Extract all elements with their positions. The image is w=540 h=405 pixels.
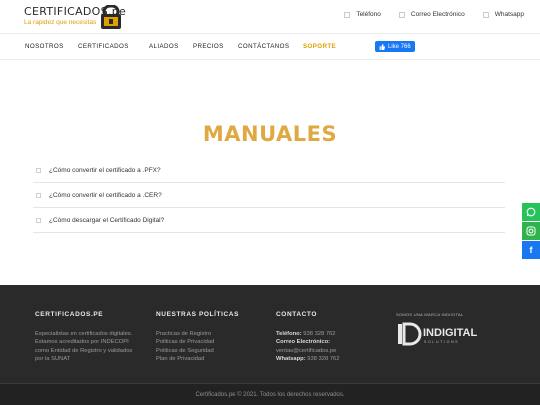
footer-contact: CONTACTO Teléfono: 938 328 762 Correo El… bbox=[276, 311, 340, 364]
footer-about: CERTIFICADOS.PE Especialistas en certifi… bbox=[35, 311, 132, 364]
whatsapp-label: Whatsapp: bbox=[276, 356, 306, 362]
phone-label: Teléfono: bbox=[276, 330, 302, 337]
policy-link[interactable]: Politicas de Seguridad bbox=[156, 347, 239, 356]
manual-item-pfx[interactable]: ¿Cómo convertir el certificado a .PFX? bbox=[33, 158, 505, 183]
logo-tagline: La rapidez que necesitas bbox=[24, 19, 97, 26]
main-nav: NOSOTROS CERTIFICADOS ALIADOS PRECIOS CO… bbox=[0, 33, 540, 60]
manual-link[interactable]: ¿Cómo convertir el certificado a .CER? bbox=[49, 192, 162, 199]
facebook-like-button[interactable]: Like 766 bbox=[375, 41, 415, 52]
contact-phone[interactable]: Teléfono bbox=[344, 11, 381, 18]
manual-link[interactable]: ¿Cómo descargar el Certificado Digital? bbox=[49, 217, 164, 224]
footer-about-text: por la SUNAT bbox=[35, 356, 71, 362]
footer-about-text: Estamos acreditados por INDECOPI bbox=[35, 339, 129, 345]
instagram-icon bbox=[526, 226, 536, 236]
contact-email-label: Correo Electrónico bbox=[410, 11, 465, 18]
nav-nosotros[interactable]: NOSOTROS bbox=[25, 43, 64, 50]
contact-whatsapp[interactable]: Whatsapp bbox=[482, 11, 524, 18]
floating-social-bar: f bbox=[522, 203, 540, 260]
footer-about-title: CERTIFICADOS.PE bbox=[35, 311, 104, 318]
copyright-text: Certificados.pe © 2021. Todos los derech… bbox=[195, 391, 345, 398]
email-label: Correo Electrónico: bbox=[276, 339, 331, 345]
thumbs-up-icon bbox=[379, 43, 385, 50]
footer-about-text: Especialistas en certificados digitales. bbox=[35, 330, 133, 337]
bullet-icon bbox=[36, 168, 41, 173]
phone-value[interactable]: 938 328 762 bbox=[303, 331, 335, 337]
padlock-icon bbox=[101, 5, 121, 29]
facebook-float-button[interactable]: f bbox=[522, 241, 540, 259]
whatsapp-float-button[interactable] bbox=[522, 203, 540, 221]
whatsapp-value[interactable]: 938 328 762 bbox=[307, 356, 339, 362]
email-value[interactable]: ventas@certificados.pe bbox=[276, 348, 336, 354]
nav-contactanos[interactable]: CONTÁCTANOS bbox=[238, 43, 289, 50]
copyright-bar: Certificados.pe © 2021. Todos los derech… bbox=[0, 383, 540, 405]
facebook-icon: f bbox=[529, 245, 533, 255]
whatsapp-icon bbox=[526, 207, 536, 217]
contact-phone-label: Teléfono bbox=[356, 11, 381, 18]
bullet-icon bbox=[36, 193, 41, 198]
top-header: CERTIFICADOS.pe La rapidez que necesitas… bbox=[0, 0, 540, 33]
bullet-icon bbox=[36, 218, 41, 223]
nav-precios[interactable]: PRECIOS bbox=[193, 43, 224, 50]
footer-policies-title: NUESTRAS POLÍTICAS bbox=[156, 311, 240, 318]
indigital-logo[interactable]: INDIGITAL SOLUTIONS bbox=[398, 322, 478, 346]
mail-icon bbox=[398, 11, 405, 18]
footer-about-text: como Entidad de Registro y validados bbox=[35, 347, 133, 354]
manuals-list: ¿Cómo convertir el certificado a .PFX? ¿… bbox=[33, 158, 505, 233]
contact-whatsapp-label: Whatsapp bbox=[494, 11, 524, 18]
policy-link[interactable]: Politicas de Privacidad bbox=[156, 338, 239, 347]
header-contacts: Teléfono Correo Electrónico Whatsapp bbox=[344, 11, 524, 18]
like-count: Like 766 bbox=[388, 43, 411, 50]
indigital-logo-subtext: SOLUTIONS bbox=[424, 340, 459, 344]
manual-item-cer[interactable]: ¿Cómo convertir el certificado a .CER? bbox=[33, 183, 505, 208]
footer-policies: NUESTRAS POLÍTICAS Practicas de Registro… bbox=[156, 311, 239, 364]
parent-brand-heading: SOMOS UNA MARCA INDIGITAL bbox=[396, 312, 464, 317]
manual-link[interactable]: ¿Cómo convertir el certificado a .PFX? bbox=[49, 167, 161, 174]
footer-contact-title: CONTACTO bbox=[276, 311, 318, 318]
nav-aliados[interactable]: ALIADOS bbox=[149, 43, 179, 50]
manual-item-download[interactable]: ¿Cómo descargar el Certificado Digital? bbox=[33, 208, 505, 233]
policy-link[interactable]: Practicas de Registro bbox=[156, 330, 239, 339]
nav-soporte[interactable]: SOPORTE bbox=[303, 43, 336, 50]
indigital-logo-text: INDIGITAL bbox=[423, 327, 477, 339]
whatsapp-icon bbox=[482, 11, 489, 18]
phone-icon bbox=[344, 11, 351, 18]
instagram-float-button[interactable] bbox=[522, 222, 540, 240]
contact-email[interactable]: Correo Electrónico bbox=[398, 11, 465, 18]
policy-link[interactable]: Plan de Privacidad bbox=[156, 355, 239, 364]
page-title: MANUALES bbox=[202, 122, 338, 146]
nav-certificados[interactable]: CERTIFICADOS bbox=[78, 43, 129, 50]
footer: CERTIFICADOS.PE Especialistas en certifi… bbox=[0, 285, 540, 405]
